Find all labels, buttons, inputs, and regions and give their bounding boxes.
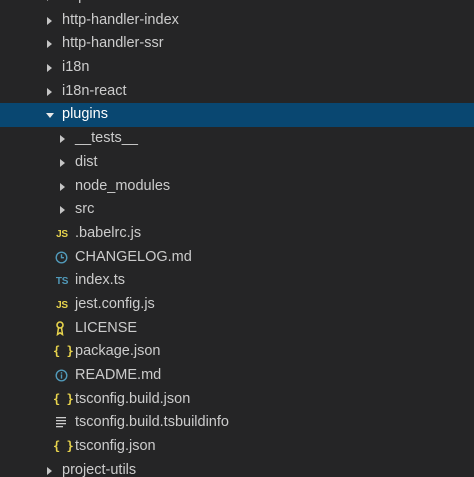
tree-folder-node-modules[interactable]: node_modules (0, 175, 474, 199)
js-icon: JS (56, 228, 68, 240)
tree-item-label: http-handler-node (62, 0, 176, 9)
tree-file-changelog[interactable]: CHANGELOG.md (0, 246, 474, 270)
tree-item-label: project-utils (62, 461, 137, 477)
tree-folder-http-handler-index[interactable]: http-handler-index (0, 9, 474, 33)
tree-file-package-json[interactable]: { } package.json (0, 340, 474, 364)
chevron-right-icon (46, 32, 56, 56)
chevron-right-icon (46, 80, 56, 104)
tree-item-label: LICENSE (75, 319, 138, 336)
chevron-right-icon (46, 9, 56, 33)
tree-item-label: src (75, 201, 95, 218)
json-icon: { } (53, 344, 74, 359)
ts-icon: TS (55, 276, 69, 288)
tree-item-label: i18n (62, 59, 90, 76)
tree-item-label: jest.config.js (75, 295, 155, 312)
chevron-right-icon (59, 151, 69, 175)
chevron-right-icon (46, 0, 56, 9)
tree-folder-tests[interactable]: __tests__ (0, 127, 474, 151)
file-tree: http-handler-node http-handler-index htt… (0, 0, 474, 477)
tree-folder-plugins[interactable]: plugins (0, 103, 474, 128)
tree-item-label: tsconfig.build.json (75, 390, 191, 407)
tree-file-tsbuildinfo[interactable]: tsconfig.build.tsbuildinfo (0, 411, 474, 435)
json-icon: { } (53, 391, 74, 406)
clock-icon (53, 246, 71, 270)
tree-item-label: i18n-react (62, 82, 127, 99)
tree-item-label: plugins (62, 106, 108, 123)
tree-file-readme[interactable]: README.md (0, 364, 474, 388)
chevron-right-icon (59, 175, 69, 199)
file-explorer: http-handler-node http-handler-index htt… (0, 0, 474, 477)
tree-item-label: http-handler-index (62, 11, 179, 28)
tree-file-babelrc[interactable]: JS .babelrc.js (0, 222, 474, 246)
tree-folder-project-utils[interactable]: project-utils (0, 459, 474, 477)
tree-item-http-handler-node[interactable]: http-handler-node (0, 0, 474, 9)
license-icon (53, 317, 71, 341)
tree-item-label: node_modules (75, 177, 171, 194)
lines-icon (53, 411, 71, 435)
tree-file-jest-config[interactable]: JS jest.config.js (0, 293, 474, 317)
chevron-right-icon (46, 56, 56, 80)
tree-file-tsconfig-json[interactable]: { } tsconfig.json (0, 435, 474, 459)
tree-item-label: dist (75, 153, 98, 170)
tree-folder-i18n[interactable]: i18n (0, 56, 474, 80)
tree-folder-i18n-react[interactable]: i18n-react (0, 80, 474, 104)
json-icon: { } (53, 439, 74, 454)
tree-item-label: package.json (75, 343, 161, 360)
tree-item-label: tsconfig.json (75, 438, 156, 455)
info-icon (53, 364, 71, 388)
tree-folder-dist[interactable]: dist (0, 151, 474, 175)
tree-item-label: __tests__ (75, 130, 138, 147)
tree-item-label: http-handler-ssr (62, 35, 164, 52)
chevron-right-icon (59, 198, 69, 222)
tree-file-license[interactable]: LICENSE (0, 317, 474, 341)
tree-folder-http-handler-ssr[interactable]: http-handler-ssr (0, 32, 474, 56)
tree-item-label: tsconfig.build.tsbuildinfo (75, 414, 229, 431)
chevron-right-icon (46, 459, 56, 477)
tree-item-label: CHANGELOG.md (75, 248, 192, 265)
tree-file-index-ts[interactable]: TS index.ts (0, 269, 474, 293)
tree-item-label: README.md (75, 367, 162, 383)
chevron-down-icon (46, 103, 56, 127)
tree-item-label: .babelrc.js (75, 224, 142, 241)
tree-folder-src[interactable]: src (0, 198, 474, 222)
tree-file-tsconfig-build-json[interactable]: { } tsconfig.build.json (0, 388, 474, 412)
chevron-right-icon (59, 127, 69, 151)
js-icon: JS (56, 299, 68, 311)
tree-item-label: index.ts (75, 272, 125, 289)
